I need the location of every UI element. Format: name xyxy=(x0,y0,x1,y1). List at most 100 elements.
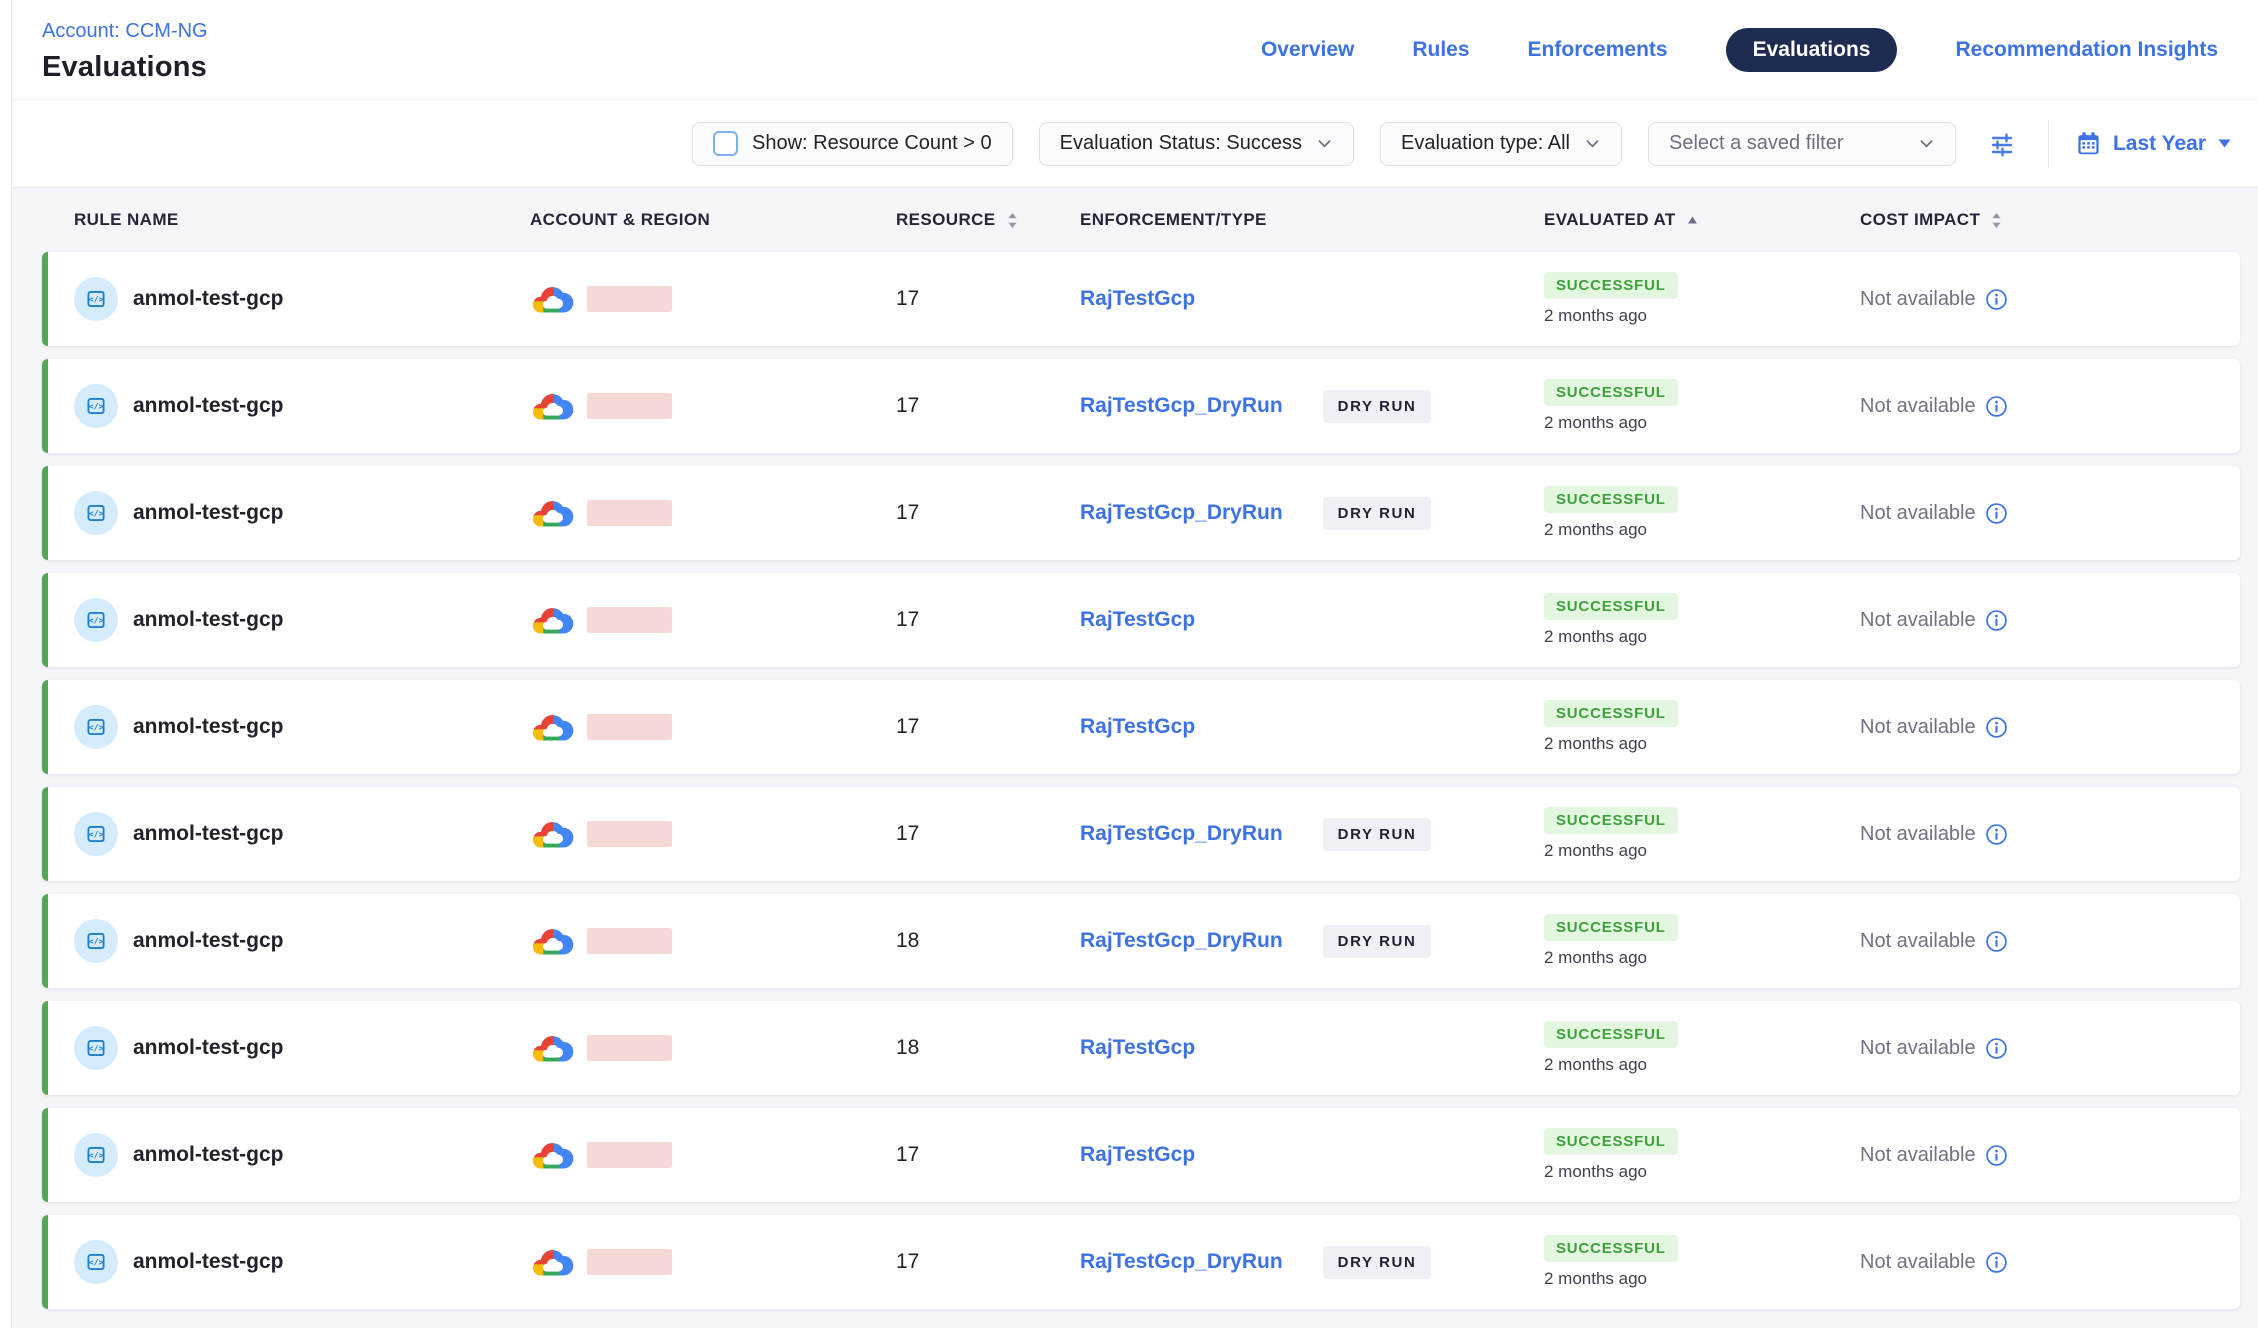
nav-tab-rules[interactable]: Rules xyxy=(1412,38,1469,62)
table-row[interactable]: </> anmol-test-gcp xyxy=(42,1001,2240,1095)
resource-count: 17 xyxy=(896,822,1078,846)
table-row[interactable]: </> anmol-test-gcp xyxy=(42,359,2240,453)
saved-filter-dropdown[interactable]: Select a saved filter xyxy=(1648,122,1956,166)
col-header-evaluated-at[interactable]: EVALUATED AT xyxy=(1540,210,1860,230)
resource-count-checkbox[interactable] xyxy=(713,131,738,156)
account-name-redacted xyxy=(587,928,672,954)
nav-tab-overview[interactable]: Overview xyxy=(1261,38,1354,62)
page-root: Account: CCM-NG Evaluations Overview Rul… xyxy=(11,0,2258,1328)
col-header-cost-impact[interactable]: COST IMPACT xyxy=(1860,210,2240,230)
cost-impact-value: Not available xyxy=(1860,1251,1976,1274)
svg-text:</>: </> xyxy=(89,1043,104,1053)
status-badge: SUCCESSFUL xyxy=(1544,272,1678,299)
rule-name: anmol-test-gcp xyxy=(133,608,284,632)
breadcrumb-account-link[interactable]: Account: CCM-NG xyxy=(42,20,208,43)
resource-count-label: Show: Resource Count > 0 xyxy=(752,132,992,155)
enforcement-link[interactable]: RajTestGcp_DryRun xyxy=(1080,822,1283,846)
info-icon[interactable] xyxy=(1985,288,2008,311)
account-name-redacted xyxy=(587,714,672,740)
info-icon[interactable] xyxy=(1985,716,2008,739)
info-icon[interactable] xyxy=(1985,823,2008,846)
info-icon[interactable] xyxy=(1985,395,2008,418)
policy-code-icon: </> xyxy=(83,500,109,526)
filter-bar: Show: Resource Count > 0 Evaluation Stat… xyxy=(12,100,2258,188)
evaluated-time: 2 months ago xyxy=(1544,306,1647,326)
enforcement-link[interactable]: RajTestGcp_DryRun xyxy=(1080,929,1283,953)
resource-count: 17 xyxy=(896,501,1078,525)
status-badge: SUCCESSFUL xyxy=(1544,1128,1678,1155)
enforcement-link[interactable]: RajTestGcp_DryRun xyxy=(1080,501,1283,525)
rule-avatar: </> xyxy=(74,1240,118,1284)
nav-tab-evaluations[interactable]: Evaluations xyxy=(1726,28,1898,72)
table-row[interactable]: </> anmol-test-gcp xyxy=(42,1215,2240,1309)
evaluations-table: RULE NAME ACCOUNT & REGION RESOURCE ENFO… xyxy=(12,188,2258,1328)
resource-count-filter[interactable]: Show: Resource Count > 0 xyxy=(692,122,1013,166)
status-badge: SUCCESSFUL xyxy=(1544,700,1678,727)
enforcement-link[interactable]: RajTestGcp xyxy=(1080,1143,1195,1167)
evaluation-type-dropdown[interactable]: Evaluation type: All xyxy=(1380,122,1622,166)
evaluated-time: 2 months ago xyxy=(1544,627,1647,647)
evaluated-time: 2 months ago xyxy=(1544,413,1647,433)
chevron-down-icon xyxy=(1918,135,1935,152)
enforcement-link[interactable]: RajTestGcp xyxy=(1080,1036,1195,1060)
table-row[interactable]: </> anmol-test-gcp xyxy=(42,573,2240,667)
enforcement-link[interactable]: RajTestGcp_DryRun xyxy=(1080,1250,1283,1274)
table-body: </> anmol-test-gcp xyxy=(12,252,2258,1309)
resource-count: 18 xyxy=(896,929,1078,953)
rule-avatar: </> xyxy=(74,705,118,749)
rule-name: anmol-test-gcp xyxy=(133,501,284,525)
rule-name: anmol-test-gcp xyxy=(133,929,284,953)
svg-text:</>: </> xyxy=(89,1150,104,1160)
col-header-account-region: ACCOUNT & REGION xyxy=(524,210,896,230)
col-header-resource[interactable]: RESOURCE xyxy=(896,210,1078,230)
table-row[interactable]: </> anmol-test-gcp xyxy=(42,680,2240,774)
info-icon[interactable] xyxy=(1985,1251,2008,1274)
sliders-icon xyxy=(1986,128,2018,160)
rule-avatar: </> xyxy=(74,919,118,963)
cost-impact-value: Not available xyxy=(1860,1144,1976,1167)
enforcement-link[interactable]: RajTestGcp_DryRun xyxy=(1080,394,1283,418)
status-badge: SUCCESSFUL xyxy=(1544,1235,1678,1262)
evaluated-time: 2 months ago xyxy=(1544,1055,1647,1075)
nav-tab-recommendation-insights[interactable]: Recommendation Insights xyxy=(1955,38,2218,62)
rule-name: anmol-test-gcp xyxy=(133,715,284,739)
rule-name: anmol-test-gcp xyxy=(133,394,284,418)
rule-name: anmol-test-gcp xyxy=(133,1143,284,1167)
enforcement-link[interactable]: RajTestGcp xyxy=(1080,715,1195,739)
date-range-picker[interactable]: Last Year xyxy=(2075,130,2232,157)
resource-count: 17 xyxy=(896,394,1078,418)
info-icon[interactable] xyxy=(1985,1037,2008,1060)
gcp-cloud-icon xyxy=(530,1244,575,1281)
svg-text:</>: </> xyxy=(89,615,104,625)
table-row[interactable]: </> anmol-test-gcp xyxy=(42,894,2240,988)
gcp-cloud-icon xyxy=(530,709,575,746)
info-icon[interactable] xyxy=(1985,502,2008,525)
chevron-down-icon xyxy=(1584,135,1601,152)
svg-text:</>: </> xyxy=(89,829,104,839)
enforcement-link[interactable]: RajTestGcp xyxy=(1080,287,1195,311)
page-title: Evaluations xyxy=(42,51,208,84)
cost-impact-value: Not available xyxy=(1860,1037,1976,1060)
info-icon[interactable] xyxy=(1985,609,2008,632)
policy-code-icon: </> xyxy=(83,1142,109,1168)
nav-tab-enforcements[interactable]: Enforcements xyxy=(1528,38,1668,62)
sort-both-icon xyxy=(1006,211,1019,230)
table-row[interactable]: </> anmol-test-gcp xyxy=(42,466,2240,560)
gcp-cloud-icon xyxy=(530,388,575,425)
enforcement-link[interactable]: RajTestGcp xyxy=(1080,608,1195,632)
table-row[interactable]: </> anmol-test-gcp xyxy=(42,252,2240,346)
policy-code-icon: </> xyxy=(83,607,109,633)
evaluation-status-dropdown[interactable]: Evaluation Status: Success xyxy=(1039,122,1354,166)
evaluation-status-value: Evaluation Status: Success xyxy=(1060,132,1302,155)
table-row[interactable]: </> anmol-test-gcp xyxy=(42,1108,2240,1202)
table-row[interactable]: </> anmol-test-gcp xyxy=(42,787,2240,881)
evaluated-time: 2 months ago xyxy=(1544,1269,1647,1289)
cost-impact-value: Not available xyxy=(1860,823,1976,846)
filter-settings-button[interactable] xyxy=(1982,124,2022,164)
info-icon[interactable] xyxy=(1985,1144,2008,1167)
svg-text:</>: </> xyxy=(89,294,104,304)
rule-avatar: </> xyxy=(74,598,118,642)
gcp-cloud-icon xyxy=(530,495,575,532)
evaluated-time: 2 months ago xyxy=(1544,734,1647,754)
info-icon[interactable] xyxy=(1985,930,2008,953)
